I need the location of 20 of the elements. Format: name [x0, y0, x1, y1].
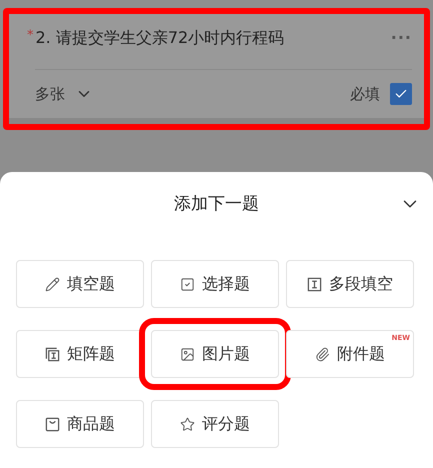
required-label: 必填 [350, 84, 380, 104]
paperclip-icon [315, 346, 330, 362]
question-type-button[interactable]: 评分题 [151, 400, 279, 448]
question-type-button[interactable]: 多段填空 [286, 260, 414, 308]
mode-dropdown[interactable]: 多张 [35, 84, 65, 104]
text-cursor-box-icon [307, 276, 322, 292]
pencil-icon [45, 276, 60, 292]
sheet-title: 添加下一题 [174, 192, 259, 214]
required-mark: * [27, 28, 34, 43]
star-icon [180, 416, 195, 432]
bag-icon [45, 416, 60, 432]
question-type-button[interactable]: 商品题 [16, 400, 144, 448]
question-type-button[interactable]: 图片题 [151, 330, 279, 378]
question-title: 2. 请提交学生父亲72小时内行程码 [36, 28, 286, 49]
question-type-button[interactable]: 选择题 [151, 260, 279, 308]
checkbox-icon [180, 276, 195, 292]
image-icon [180, 346, 195, 362]
required-checkbox[interactable] [390, 83, 412, 105]
stacked-box-icon [45, 346, 60, 362]
question-type-button[interactable]: 填空题 [16, 260, 144, 308]
